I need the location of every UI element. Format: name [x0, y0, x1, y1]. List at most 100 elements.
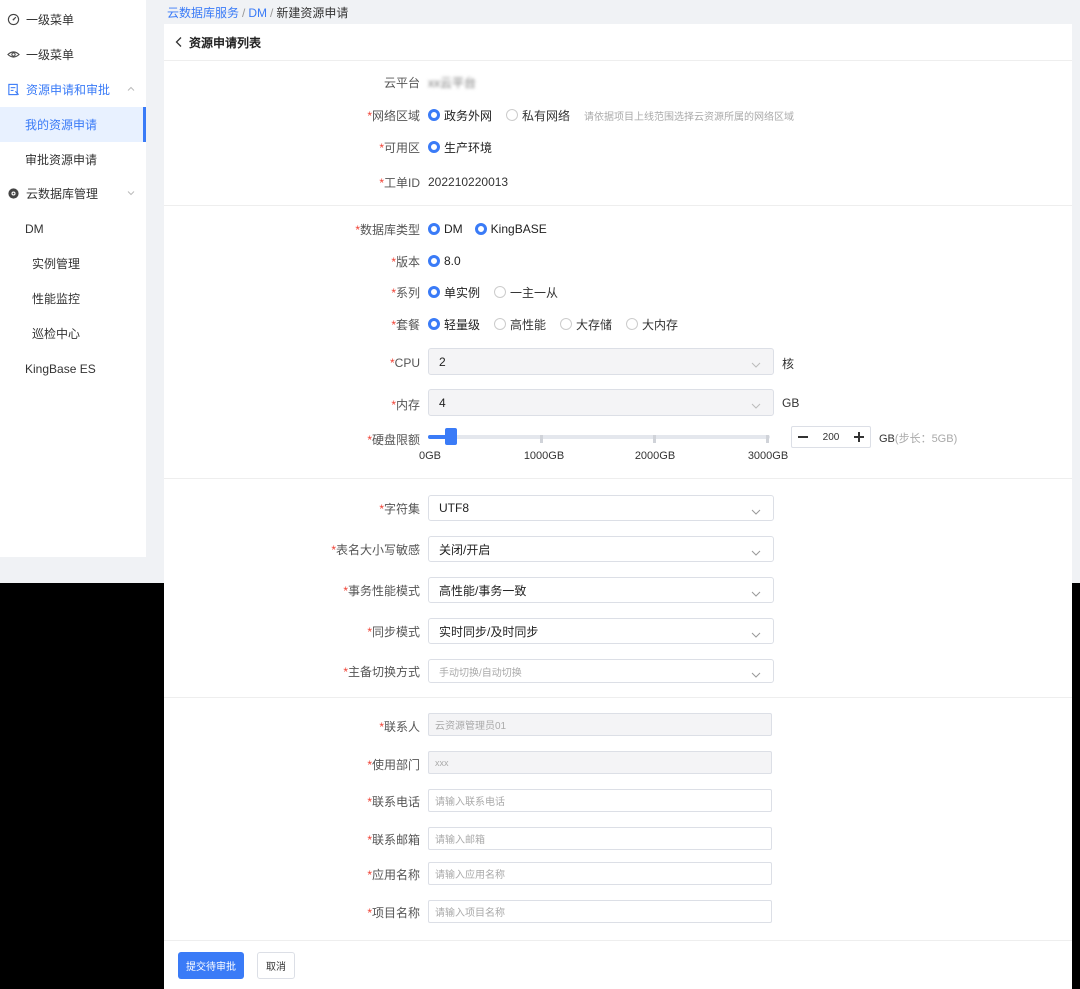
slider-tick-label: 1000GB	[523, 450, 565, 462]
network-hint: 请依据项目上线范围选择云资源所属的网络区域	[584, 111, 795, 123]
minus-icon[interactable]	[796, 430, 810, 444]
submit-button[interactable]: 提交待审批	[178, 952, 244, 979]
chevron-down-icon	[751, 505, 761, 515]
radio-network-gov[interactable]: 政务外网	[428, 107, 492, 124]
sidebar-item-kingbase[interactable]: KingBase ES	[0, 351, 146, 386]
field-label: *应用名称	[367, 867, 420, 882]
sync-mode-select[interactable]: 实时同步/及时同步	[428, 618, 774, 644]
field-label: *CPU	[389, 356, 420, 370]
memory-select[interactable]: 4	[428, 389, 774, 416]
form-row-db-type: *数据库类型 DM KingBASE	[164, 217, 1072, 241]
email-field[interactable]: 请输入邮箱	[428, 827, 772, 850]
disk-slider-handle[interactable]	[445, 428, 457, 445]
sidebar-item-my-apply[interactable]: 我的资源申请	[0, 107, 146, 142]
charset-select[interactable]: UTF8	[428, 495, 774, 521]
sidebar-item-menu-2[interactable]: 一级菜单	[0, 37, 146, 72]
sidebar: 一级菜单 一级菜单 资源申请和审批 我的资源申请 审批资源申请 云数据库管理 D…	[0, 0, 146, 557]
breadcrumb-item[interactable]: DM	[248, 6, 267, 20]
slider-tick	[540, 435, 543, 443]
sidebar-item-label: 实例管理	[32, 257, 81, 271]
sidebar-item-label: 审批资源申请	[25, 153, 98, 167]
breadcrumb-current: 新建资源申请	[276, 6, 349, 20]
back-arrow-icon[interactable]	[172, 35, 186, 49]
sidebar-item-approve-apply[interactable]: 审批资源申请	[0, 142, 146, 177]
db-type-radio-group: DM KingBASE	[428, 222, 561, 236]
radio-db-dm[interactable]: DM	[428, 222, 463, 236]
chevron-up-icon	[126, 83, 136, 93]
sidebar-item-label: 我的资源申请	[25, 118, 98, 132]
sidebar-item-cloud-db[interactable]: 云数据库管理	[0, 176, 146, 211]
cpu-select[interactable]: 2	[428, 348, 774, 375]
breadcrumb-separator: /	[242, 6, 246, 20]
form-icon	[6, 83, 20, 97]
form-row-plan: *套餐 轻量级 高性能 大存储 大内存	[164, 312, 1072, 336]
memory-unit: GB	[782, 396, 800, 410]
form-card: 资源申请列表 云平台 xx云平台 *网络区域 政务外网 私有网络 请依据项目上线…	[164, 24, 1072, 989]
plus-icon[interactable]	[852, 430, 866, 444]
project-name-field[interactable]: 请输入项目名称	[428, 900, 772, 923]
sidebar-item-dm[interactable]: DM	[0, 211, 146, 246]
form-row-zone: *可用区 生产环境	[164, 135, 1072, 159]
radio-db-kingbase[interactable]: KingBASE	[474, 222, 547, 236]
sidebar-item-label: 巡检中心	[32, 327, 81, 341]
sidebar-item-label: 性能监控	[32, 292, 81, 306]
chevron-down-icon	[751, 358, 761, 368]
field-label: *版本	[391, 254, 420, 269]
sidebar-item-label: 一级菜单	[26, 48, 75, 62]
sidebar-item-menu-1[interactable]: 一级菜单	[0, 2, 146, 37]
radio-plan-memory[interactable]: 大内存	[626, 316, 678, 333]
sidebar-item-inspect[interactable]: 巡检中心	[0, 316, 146, 351]
field-label: *可用区	[379, 140, 420, 155]
field-label: *主备切换方式	[343, 664, 420, 679]
section-divider	[164, 205, 1072, 206]
chevron-down-icon	[751, 668, 761, 678]
charset-select-value: UTF8	[439, 501, 469, 515]
radio-plan-storage[interactable]: 大存储	[560, 316, 612, 333]
txn-mode-select-value: 高性能/事务一致	[439, 583, 527, 598]
slider-tick	[653, 435, 656, 443]
field-label: *联系电话	[367, 794, 420, 809]
radio-zone-prod[interactable]: 生产环境	[428, 139, 492, 156]
dashboard-icon	[6, 13, 20, 27]
field-label: *内存	[391, 397, 420, 412]
zone-radio-group: 生产环境	[428, 139, 506, 156]
form-row-version: *版本 8.0	[164, 249, 1072, 273]
disk-stepper-value[interactable]: 200	[823, 432, 840, 443]
field-label: *字符集	[379, 501, 420, 516]
radio-series-master-slave[interactable]: 一主一从	[494, 284, 558, 301]
memory-select-value: 4	[439, 395, 446, 410]
field-label: 云平台	[383, 75, 420, 90]
radio-plan-light[interactable]: 轻量级	[428, 316, 480, 333]
radio-series-single[interactable]: 单实例	[428, 284, 480, 301]
radio-plan-highperf[interactable]: 高性能	[494, 316, 546, 333]
phone-field[interactable]: 请输入联系电话	[428, 789, 772, 812]
txn-mode-select[interactable]: 高性能/事务一致	[428, 577, 774, 603]
radio-version-8[interactable]: 8.0	[428, 254, 461, 268]
sidebar-item-instance[interactable]: 实例管理	[0, 246, 146, 281]
cancel-button[interactable]: 取消	[257, 952, 295, 979]
disk-slider[interactable]	[428, 428, 770, 445]
form-row-series: *系列 单实例 一主一从	[164, 280, 1072, 304]
slider-tick	[766, 435, 769, 443]
field-label: *同步模式	[367, 624, 420, 639]
breadcrumb-separator: /	[270, 6, 274, 20]
form-row-cloud-platform: 云平台 xx云平台	[164, 70, 1072, 94]
card-header: 资源申请列表	[164, 24, 1072, 61]
chevron-down-icon	[751, 546, 761, 556]
sidebar-item-label: 一级菜单	[26, 13, 75, 27]
sidebar-item-resource-apply[interactable]: 资源申请和审批	[0, 72, 146, 107]
case-sensitive-select[interactable]: 关闭/开启	[428, 536, 774, 562]
department-field: xxx	[428, 751, 772, 774]
radio-network-private[interactable]: 私有网络	[506, 107, 570, 124]
switch-mode-select[interactable]: 手动切换/自动切换	[428, 659, 774, 683]
slider-tick-label: 2000GB	[634, 450, 676, 462]
sidebar-item-label: KingBase ES	[25, 361, 96, 376]
contact-field: 云资源管理员01	[428, 713, 772, 736]
form-row-ticket: *工单ID 202210220013	[164, 170, 1072, 194]
cloud-platform-value: xx云平台	[428, 75, 477, 90]
app-name-field[interactable]: 请输入应用名称	[428, 862, 772, 885]
breadcrumb-item[interactable]: 云数据库服务	[167, 6, 239, 20]
cpu-select-value: 2	[439, 354, 446, 369]
sidebar-item-perf[interactable]: 性能监控	[0, 281, 146, 316]
chevron-down-icon	[751, 399, 761, 409]
